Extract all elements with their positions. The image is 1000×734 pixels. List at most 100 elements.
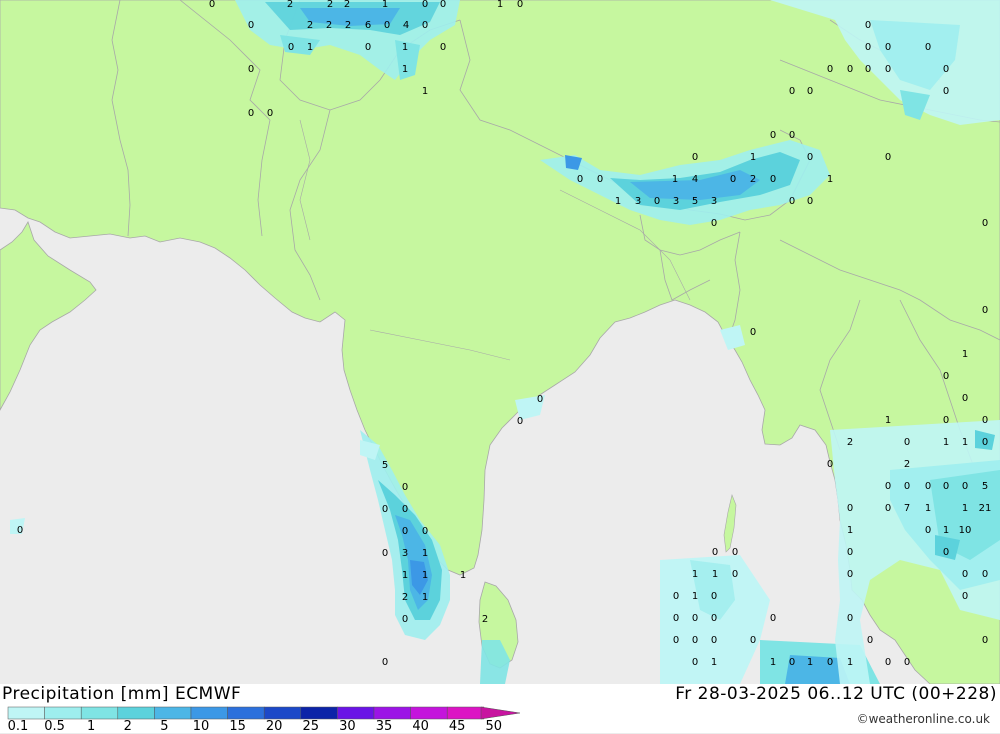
- precip-value: 0: [827, 657, 833, 668]
- precip-value: 0: [750, 327, 756, 338]
- precip-value: 0: [847, 503, 853, 514]
- legend-swatch: [410, 706, 448, 720]
- precip-value: 0: [517, 416, 523, 427]
- precip-value: 1: [307, 42, 313, 53]
- legend-tick-label: 30: [339, 719, 356, 734]
- precip-value: 2: [847, 437, 853, 448]
- precip-value: 2: [287, 0, 293, 10]
- precip-value: 0: [382, 504, 388, 515]
- precip-value: 0: [17, 525, 23, 536]
- legend-swatch: [446, 706, 485, 720]
- precip-value: 0: [943, 415, 949, 426]
- precip-value: 5: [382, 460, 388, 471]
- legend-tick-label: 25: [302, 719, 320, 734]
- precip-value: 2: [345, 20, 351, 31]
- precip-value: 0: [248, 108, 254, 119]
- precip-value: 0: [925, 525, 931, 536]
- precip-value: 0: [982, 569, 988, 580]
- legend-tick-label: 5: [160, 719, 169, 734]
- legend-tick-label: 35: [375, 719, 393, 734]
- precip-value: 3: [635, 196, 641, 207]
- legend-tick-label: 10: [192, 719, 210, 734]
- legend-tick-label: 2: [123, 719, 132, 734]
- precip-value: 0: [248, 20, 254, 31]
- precip-value: 0: [885, 64, 891, 75]
- precip-value: 0: [692, 635, 698, 646]
- precip-value: 1: [807, 657, 813, 668]
- legend-tick-label: 0.5: [44, 719, 65, 734]
- precip-value: 0: [422, 20, 428, 31]
- precip-value: 0: [770, 174, 776, 185]
- precip-value: 0: [885, 42, 891, 53]
- precip-value: 0: [962, 393, 968, 404]
- precip-value: 0: [382, 657, 388, 668]
- precip-value: 1: [402, 42, 408, 53]
- precip-value: 0: [865, 42, 871, 53]
- precip-value: 0: [402, 526, 408, 537]
- precip-value: 0: [962, 591, 968, 602]
- precip-value: 0: [807, 152, 813, 163]
- precip-value: 0: [904, 437, 910, 448]
- precip-value: 0: [654, 196, 660, 207]
- precip-value: 0: [943, 86, 949, 97]
- precip-value: 0: [865, 64, 871, 75]
- precip-value: 0: [732, 547, 738, 558]
- precip-value: 0: [982, 635, 988, 646]
- credit-link[interactable]: ©weatheronline.co.uk: [857, 712, 990, 726]
- precip-value: 0: [789, 86, 795, 97]
- precip-value: 0: [847, 64, 853, 75]
- precip-value: 1: [847, 657, 853, 668]
- precip-value: 1: [460, 570, 466, 581]
- precip-value: 0: [750, 635, 756, 646]
- precip-value: 1: [962, 349, 968, 360]
- precip-value: 0: [885, 152, 891, 163]
- legend-swatch: [373, 706, 411, 720]
- precip-value: 1: [711, 657, 717, 668]
- precip-value: 1: [943, 437, 949, 448]
- precip-value: 7: [904, 503, 910, 514]
- legend-swatch: [337, 706, 375, 720]
- precip-value: 0: [267, 108, 273, 119]
- precip-value: 0: [925, 481, 931, 492]
- precip-value: 0: [982, 218, 988, 229]
- legend-tick-label: 50: [485, 719, 503, 734]
- precip-value: 0: [789, 196, 795, 207]
- precip-value: 1: [847, 525, 853, 536]
- precip-value: 2: [750, 174, 756, 185]
- precip-value: 0: [673, 613, 679, 624]
- precip-value: 3: [402, 548, 408, 559]
- precip-value: 5: [692, 196, 698, 207]
- legend-tick-label: 40: [412, 719, 429, 734]
- precip-value: 0: [885, 481, 891, 492]
- precip-value: 0: [827, 64, 833, 75]
- precip-value: 0: [904, 481, 910, 492]
- precip-value: 0: [711, 613, 717, 624]
- forecast-map-panel: 0222100100222604001010011000000000000000…: [0, 0, 1000, 734]
- precip-value: 4: [692, 174, 698, 185]
- precip-value: 0: [885, 503, 891, 514]
- precip-value: 0: [402, 614, 408, 625]
- precip-value: 2: [482, 614, 488, 625]
- precip-value: 0: [440, 42, 446, 53]
- precip-value: 1: [615, 196, 621, 207]
- precip-value: 0: [537, 394, 543, 405]
- precip-value: 1: [827, 174, 833, 185]
- precip-value: 2: [402, 592, 408, 603]
- precip-value: 0: [711, 635, 717, 646]
- legend-tick-label: 45: [448, 719, 466, 734]
- precip-value: 0: [807, 196, 813, 207]
- precip-value: 0: [732, 569, 738, 580]
- precip-value: 2: [326, 20, 332, 31]
- precip-value: 0: [365, 42, 371, 53]
- precip-value: 2: [327, 0, 333, 10]
- legend-swatch: [190, 706, 228, 720]
- precip-value: 1: [943, 525, 949, 536]
- precip-value: 0: [982, 415, 988, 426]
- legend-swatch: [117, 706, 155, 720]
- valid-time: Fr 28-03-2025 06..12 UTC (00+228): [675, 684, 997, 704]
- precip-value: 0: [597, 174, 603, 185]
- precip-value: 0: [865, 20, 871, 31]
- precip-value: 0: [692, 657, 698, 668]
- legend-swatch: [227, 706, 265, 720]
- precip-value: 1: [692, 591, 698, 602]
